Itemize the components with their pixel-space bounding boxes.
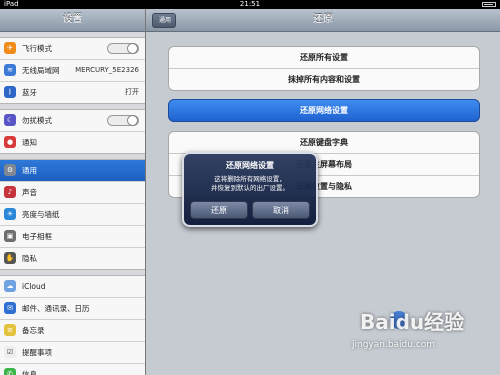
- sidebar-group: ☁ iCloud ✉ 邮件、通讯录、日历 ≡ 备忘录 ☑ 提醒事项 ✆ 信息: [0, 275, 145, 375]
- sidebar-item[interactable]: ≡ 备忘录: [0, 320, 145, 342]
- reset-group-2: 还原网络设置: [168, 99, 480, 122]
- sidebar-group: ✈ 飞行模式 ≋ 无线局域网 MERCURY_5E2326 ᛒ 蓝牙 打开: [0, 37, 145, 104]
- watermark-text: Baidu经验: [360, 310, 465, 334]
- gear-icon: ⚙: [4, 164, 16, 176]
- sidebar-item[interactable]: ✉ 邮件、通讯录、日历: [0, 298, 145, 320]
- sidebar-item-label: 通用: [22, 166, 37, 175]
- page-title: 还原: [313, 14, 333, 25]
- status-time: 21:51: [239, 0, 261, 8]
- erase-all-content-button[interactable]: 抹掉所有内容和设置: [169, 69, 479, 90]
- alert-message-line-2: 并恢复到默认的出厂设置。: [211, 184, 289, 192]
- sidebar-item[interactable]: ⚙ 通用: [0, 160, 145, 182]
- speaker-icon: ♪: [4, 186, 16, 198]
- battery-icon: [482, 2, 496, 7]
- sidebar-item-label: 通知: [22, 138, 37, 147]
- alert-title: 还原网络设置: [226, 161, 274, 170]
- sidebar-item[interactable]: ☁ iCloud: [0, 276, 145, 298]
- sidebar-item-label: 提醒事项: [22, 348, 52, 357]
- toggle-switch[interactable]: [107, 115, 139, 126]
- sidebar-item-label: 无线局域网: [22, 66, 60, 75]
- reset-nav-bar: 通用 还原: [146, 9, 500, 32]
- airplane-icon: ✈: [4, 42, 16, 54]
- sidebar-item[interactable]: ☾ 勿扰模式: [0, 110, 145, 132]
- sidebar-item-label: 蓝牙: [22, 88, 37, 97]
- messages-icon: ✆: [4, 368, 16, 375]
- sidebar-item[interactable]: ▣ 电子相框: [0, 226, 145, 248]
- reset-network-alert: 还原网络设置 这将删除所有网络设置， 并恢复到默认的出厂设置。 还原 取消: [182, 152, 318, 227]
- sidebar-item-label: 备忘录: [22, 326, 45, 335]
- watermark-url: jingyan.baidu.com: [352, 340, 436, 350]
- reset-all-settings-button[interactable]: 还原所有设置: [169, 47, 479, 69]
- sidebar-item-value: 打开: [125, 88, 139, 96]
- sidebar-item-label: 隐私: [22, 254, 37, 263]
- sidebar-item-label: 声音: [22, 188, 37, 197]
- hand-icon: ✋: [4, 252, 16, 264]
- sidebar-item[interactable]: ● 通知: [0, 132, 145, 153]
- sidebar-item[interactable]: ✋ 隐私: [0, 248, 145, 269]
- wifi-icon: ≋: [4, 64, 16, 76]
- reset-group-1: 还原所有设置 抹掉所有内容和设置: [168, 46, 480, 91]
- alert-message: 这将删除所有网络设置， 并恢复到默认的出厂设置。: [184, 175, 316, 193]
- sidebar-item[interactable]: ≋ 无线局域网 MERCURY_5E2326: [0, 60, 145, 82]
- status-bar: iPad 21:51: [0, 0, 500, 9]
- picture-frame-icon: ▣: [4, 230, 16, 242]
- baidu-watermark: Baidu经验 jingyan.baidu.com: [330, 298, 500, 375]
- reset-keyboard-dictionary-button[interactable]: 还原键盘字典: [169, 132, 479, 154]
- sidebar-item-value: MERCURY_5E2326: [75, 66, 139, 74]
- sidebar-item[interactable]: ☑ 提醒事项: [0, 342, 145, 364]
- sidebar-item-label: 亮度与墙纸: [22, 210, 60, 219]
- alert-confirm-button[interactable]: 还原: [190, 201, 248, 219]
- notes-icon: ≡: [4, 324, 16, 336]
- sidebar-item[interactable]: ☀ 亮度与墙纸: [0, 204, 145, 226]
- sidebar-title: 设置: [0, 9, 145, 32]
- alert-cancel-button[interactable]: 取消: [252, 201, 310, 219]
- alert-buttons: 还原 取消: [190, 201, 310, 219]
- bluetooth-icon: ᛒ: [4, 86, 16, 98]
- sidebar-item[interactable]: ♪ 声音: [0, 182, 145, 204]
- brightness-icon: ☀: [4, 208, 16, 220]
- sidebar-group: ⚙ 通用 ♪ 声音 ☀ 亮度与墙纸 ▣ 电子相框 ✋ 隐私: [0, 159, 145, 270]
- sidebar-item-label: 飞行模式: [22, 44, 52, 53]
- sidebar-group: ☾ 勿扰模式 ● 通知: [0, 109, 145, 154]
- sidebar-item-label: 信息: [22, 370, 37, 375]
- moon-icon: ☾: [4, 114, 16, 126]
- sidebar-item-label: 邮件、通讯录、日历: [22, 304, 90, 313]
- settings-sidebar: 设置 ✈ 飞行模式 ≋ 无线局域网 MERCURY_5E2326 ᛒ 蓝牙 打开 ☾ 勿扰模式 ● 通…: [0, 9, 146, 375]
- toggle-switch[interactable]: [107, 43, 139, 54]
- sidebar-item[interactable]: ✈ 飞行模式: [0, 38, 145, 60]
- notifications-icon: ●: [4, 136, 16, 148]
- sidebar-item[interactable]: ✆ 信息: [0, 364, 145, 375]
- reminders-icon: ☑: [4, 346, 16, 358]
- cloud-icon: ☁: [4, 280, 16, 292]
- sidebar-item-label: iCloud: [22, 282, 46, 291]
- sidebar-item-label: 电子相框: [22, 232, 52, 241]
- reset-network-settings-button[interactable]: 还原网络设置: [169, 100, 479, 121]
- mail-icon: ✉: [4, 302, 16, 314]
- alert-message-line-1: 这将删除所有网络设置，: [214, 175, 286, 183]
- sidebar-item[interactable]: ᛒ 蓝牙 打开: [0, 82, 145, 103]
- sidebar-item-label: 勿扰模式: [22, 116, 52, 125]
